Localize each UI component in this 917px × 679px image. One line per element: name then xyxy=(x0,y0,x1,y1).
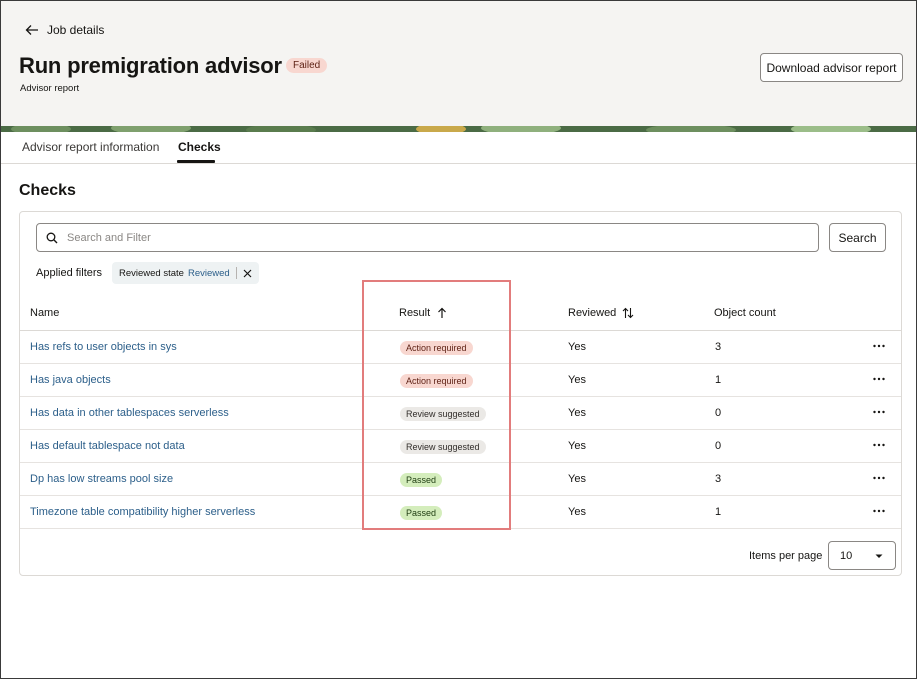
table-row: Has default tablespace not data Review su… xyxy=(20,430,901,463)
more-actions-icon[interactable] xyxy=(872,438,886,452)
items-per-page-value: 10 xyxy=(840,549,853,562)
items-per-page-select[interactable]: 10 xyxy=(828,541,896,570)
result-badge: Passed xyxy=(400,506,443,520)
check-name-link[interactable]: Has refs to user objects in sys xyxy=(30,341,177,353)
arrow-left-icon xyxy=(25,25,38,35)
check-name-link[interactable]: Has default tablespace not data xyxy=(30,440,185,452)
column-header-object-count[interactable]: Object count xyxy=(714,307,776,319)
page-title: Run premigration advisor xyxy=(19,53,282,78)
check-name-link[interactable]: Has java objects xyxy=(30,374,111,386)
more-actions-icon[interactable] xyxy=(872,339,886,353)
column-header-label: Reviewed xyxy=(568,307,617,319)
sort-icon[interactable] xyxy=(622,307,634,319)
search-icon xyxy=(46,232,58,243)
result-badge: Review suggested xyxy=(400,407,486,421)
check-name-link[interactable]: Has data in other tablespaces serverless xyxy=(30,407,229,419)
table-body: Has refs to user objects in sys Action re… xyxy=(20,331,901,529)
back-link[interactable]: Job details xyxy=(25,23,104,37)
reviewed-value: Yes xyxy=(568,374,586,386)
column-header-label: Result xyxy=(399,307,431,319)
filter-chip: Reviewed state Reviewed xyxy=(112,262,259,284)
table-row: Timezone table compatibility higher serv… xyxy=(20,496,901,529)
result-badge: Action required xyxy=(400,341,473,355)
reviewed-value: Yes xyxy=(568,506,586,518)
object-count-value: 3 xyxy=(715,473,722,485)
reviewed-value: Yes xyxy=(568,440,586,452)
download-report-button[interactable]: Download advisor report xyxy=(760,53,903,82)
object-count-value: 0 xyxy=(715,407,722,419)
close-icon[interactable] xyxy=(243,269,252,278)
more-actions-icon[interactable] xyxy=(872,504,886,518)
section-title: Checks xyxy=(19,182,76,199)
more-actions-icon[interactable] xyxy=(872,372,886,386)
tab-advisor-report-information[interactable]: Advisor report information xyxy=(22,140,159,154)
column-header-name[interactable]: Name xyxy=(30,307,59,319)
items-per-page-label: Items per page xyxy=(749,550,823,562)
column-header-reviewed[interactable]: Reviewed xyxy=(568,307,634,319)
table-row: Has refs to user objects in sys Action re… xyxy=(20,331,901,364)
reviewed-value: Yes xyxy=(568,341,586,353)
page-subtitle: Advisor report xyxy=(20,83,80,94)
table-row: Dp has low streams pool size Passed Yes 3 xyxy=(20,463,901,496)
column-header-result[interactable]: Result xyxy=(399,307,448,319)
tab-checks[interactable]: Checks xyxy=(178,140,221,154)
page-header: Job details Run premigration advisor Fai… xyxy=(1,1,916,126)
caret-down-icon xyxy=(875,554,883,558)
object-count-value: 1 xyxy=(715,374,722,386)
active-tab-indicator xyxy=(177,160,215,163)
checks-table: Name Result Reviewed Object count Has re… xyxy=(20,297,901,529)
table-header: Name Result Reviewed Object count xyxy=(20,297,901,331)
reviewed-value: Yes xyxy=(568,407,586,419)
applied-filters-label: Applied filters xyxy=(36,267,103,279)
check-name-link[interactable]: Dp has low streams pool size xyxy=(30,473,173,485)
filter-chip-value: Reviewed xyxy=(187,267,230,279)
tab-bar: Advisor report information Checks xyxy=(1,132,916,164)
status-badge: Failed xyxy=(286,58,328,73)
check-name-link[interactable]: Timezone table compatibility higher serv… xyxy=(30,506,255,518)
result-badge: Passed xyxy=(400,473,443,487)
search-button[interactable]: Search xyxy=(829,223,886,252)
object-count-value: 3 xyxy=(715,341,722,353)
result-badge: Review suggested xyxy=(400,440,486,454)
search-field[interactable] xyxy=(36,223,819,252)
search-input[interactable] xyxy=(67,231,807,244)
reviewed-value: Yes xyxy=(568,473,586,485)
object-count-value: 1 xyxy=(715,506,722,518)
more-actions-icon[interactable] xyxy=(872,471,886,485)
more-actions-icon[interactable] xyxy=(872,405,886,419)
column-header-label: Name xyxy=(30,307,60,319)
column-header-label: Object count xyxy=(714,307,776,319)
back-link-label: Job details xyxy=(47,23,105,37)
result-badge: Action required xyxy=(400,374,473,388)
filter-chip-key: Reviewed state xyxy=(119,267,184,279)
object-count-value: 0 xyxy=(715,440,722,452)
table-row: Has java objects Action required Yes 1 xyxy=(20,364,901,397)
table-row: Has data in other tablespaces serverless… xyxy=(20,397,901,430)
sort-ascending-icon[interactable] xyxy=(436,307,448,319)
chip-divider xyxy=(235,267,237,279)
